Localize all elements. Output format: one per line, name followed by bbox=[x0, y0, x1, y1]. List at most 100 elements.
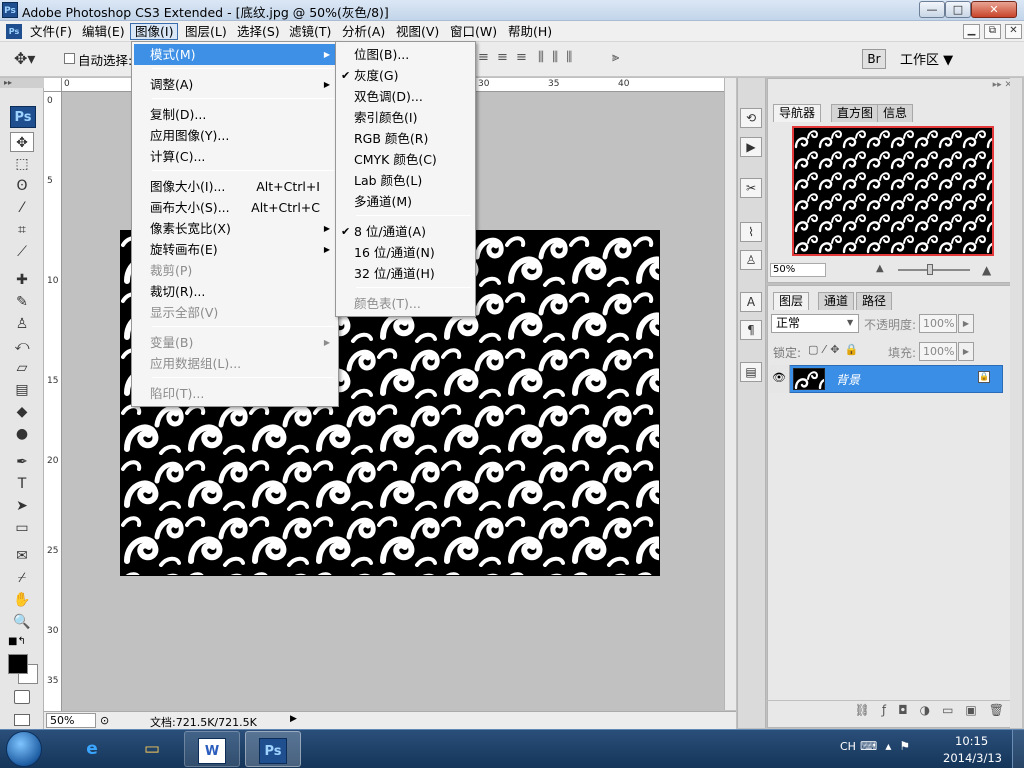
menu-analysis[interactable]: 分析(A) bbox=[338, 23, 389, 40]
clock-date[interactable]: 2014/3/13 bbox=[943, 751, 1002, 765]
brush-icon[interactable]: ✎ bbox=[10, 292, 34, 312]
shape-icon[interactable]: ▭ bbox=[10, 518, 34, 538]
menu-layer[interactable]: 图层(L) bbox=[181, 23, 231, 40]
default-colors-icon[interactable]: ■↰ bbox=[8, 636, 26, 647]
zoom-in-icon[interactable]: ▲ bbox=[982, 263, 991, 277]
menu-edit[interactable]: 编辑(E) bbox=[78, 23, 129, 40]
mode-rgb[interactable]: RGB 颜色(R) bbox=[338, 128, 473, 149]
crop-icon[interactable]: ⌗ bbox=[10, 220, 34, 240]
distribute-h-icons[interactable]: ⫼ ⫼ ⫼ bbox=[538, 50, 574, 65]
tab-info[interactable]: 信息 bbox=[877, 104, 914, 122]
menu-item-canvas-size[interactable]: 画布大小(S)... Alt+Ctrl+C bbox=[134, 197, 336, 218]
tab-paths[interactable]: 路径 bbox=[856, 292, 893, 310]
tray-icons[interactable]: ⌨▴⚑ bbox=[860, 739, 918, 753]
input-language-indicator[interactable]: CH bbox=[840, 740, 856, 753]
auto-select-checkbox[interactable] bbox=[64, 53, 75, 64]
workspace-button[interactable]: 工作区 ▼ bbox=[900, 49, 953, 68]
zoom-field[interactable]: 50% bbox=[46, 713, 96, 728]
doc-restore-button[interactable]: ⧉ bbox=[984, 24, 1001, 39]
tab-layers[interactable]: 图层 bbox=[773, 292, 810, 310]
opacity-field[interactable]: 100% bbox=[919, 314, 957, 333]
maximize-button[interactable]: □ bbox=[945, 1, 971, 18]
navigator-zoom-slider[interactable] bbox=[898, 269, 970, 271]
doc-close-button[interactable]: ✕ bbox=[1005, 24, 1022, 39]
visibility-eye-icon[interactable]: 👁 bbox=[769, 365, 790, 393]
blur-icon[interactable]: ◆ bbox=[10, 402, 34, 422]
menu-file[interactable]: 文件(F) bbox=[26, 23, 76, 40]
paragraph-panel-icon[interactable]: ¶ bbox=[740, 320, 762, 340]
eraser-icon[interactable]: ▱ bbox=[10, 358, 34, 378]
tool-presets-icon[interactable]: ✂ bbox=[740, 178, 762, 198]
layer-comps-icon[interactable]: ▤ bbox=[740, 362, 762, 382]
menu-item-adjustments[interactable]: 调整(A) ▶ bbox=[134, 74, 336, 95]
navigator-slider-knob[interactable] bbox=[927, 264, 933, 275]
path-selection-icon[interactable]: ➤ bbox=[10, 496, 34, 516]
marquee-icon[interactable]: ⬚ bbox=[10, 154, 34, 174]
menu-select[interactable]: 选择(S) bbox=[233, 23, 284, 40]
zoom-out-icon[interactable]: ▲ bbox=[876, 263, 884, 274]
actions-panel-icon[interactable]: ▶ bbox=[740, 137, 762, 157]
internet-explorer-icon[interactable]: e bbox=[64, 731, 120, 767]
clone-stamp-icon[interactable]: ♙ bbox=[10, 314, 34, 334]
file-explorer-icon[interactable]: ▭ bbox=[124, 731, 180, 767]
mode-cmyk[interactable]: CMYK 颜色(C) bbox=[338, 149, 473, 170]
panel-collapse-icon[interactable]: ▸▸ ✕ bbox=[767, 80, 1020, 92]
menu-image[interactable]: 图像(I) bbox=[130, 23, 179, 40]
mode-duotone[interactable]: 双色调(D)... bbox=[338, 86, 473, 107]
character-panel-icon[interactable]: A bbox=[740, 292, 762, 312]
menu-item-mode[interactable]: 模式(M) ▶ bbox=[134, 44, 336, 65]
menu-filter[interactable]: 滤镜(T) bbox=[285, 23, 335, 40]
vertical-scrollbar[interactable] bbox=[724, 78, 736, 710]
photoshop-taskbar-button[interactable]: Ps bbox=[245, 731, 301, 767]
blend-mode-select[interactable]: 正常 bbox=[771, 314, 859, 333]
navigator-zoom-field[interactable]: 50% bbox=[770, 263, 826, 277]
hand-icon[interactable]: ✋ bbox=[10, 590, 34, 610]
menu-window[interactable]: 窗口(W) bbox=[446, 23, 501, 40]
toolbox-grip[interactable]: ▸▸ bbox=[0, 78, 44, 88]
menu-item-rotate-canvas[interactable]: 旋转画布(E) ▶ bbox=[134, 239, 336, 260]
word-taskbar-button[interactable]: W bbox=[184, 731, 240, 767]
lock-options-icons[interactable]: ▢⁄✥🔒 bbox=[808, 343, 863, 356]
photoshop-app-icon[interactable]: Ps bbox=[2, 2, 18, 18]
document-icon[interactable]: Ps bbox=[6, 24, 22, 39]
gradient-icon[interactable]: ▤ bbox=[10, 380, 34, 400]
quick-mask-icon[interactable] bbox=[14, 690, 30, 704]
type-icon[interactable]: T bbox=[10, 474, 34, 494]
zoom-icon[interactable]: 🔍 bbox=[10, 612, 34, 632]
clone-source-icon[interactable]: ♙ bbox=[740, 250, 762, 270]
mode-grayscale[interactable]: ✔ 灰度(G) bbox=[338, 65, 473, 86]
menu-item-trim[interactable]: 裁切(R)... bbox=[134, 281, 336, 302]
dodge-icon[interactable]: ● bbox=[10, 424, 34, 444]
auto-align-icon[interactable]: ⫸ bbox=[612, 50, 621, 65]
bridge-icon[interactable]: Br bbox=[862, 49, 886, 69]
status-info-icon[interactable]: ⊙ bbox=[100, 714, 109, 727]
close-button[interactable]: ✕ bbox=[971, 1, 1017, 18]
move-icon[interactable]: ✥ bbox=[10, 132, 34, 152]
mode-32bit[interactable]: 32 位/通道(H) bbox=[338, 263, 473, 284]
fill-slider-button[interactable]: ▶ bbox=[958, 342, 974, 361]
move-tool-preset-icon[interactable]: ✥▾ bbox=[14, 50, 36, 68]
mode-lab[interactable]: Lab 颜色(L) bbox=[338, 170, 473, 191]
lasso-icon[interactable]: ʘ bbox=[10, 176, 34, 196]
show-desktop-button[interactable] bbox=[1012, 730, 1024, 768]
minimize-button[interactable]: — bbox=[919, 1, 945, 18]
distribute-icons[interactable]: ≡ ≡ ≡ bbox=[478, 50, 529, 65]
menu-item-image-size[interactable]: 图像大小(I)... Alt+Ctrl+I bbox=[134, 176, 336, 197]
mode-multichannel[interactable]: 多通道(M) bbox=[338, 191, 473, 212]
healing-brush-icon[interactable]: ✚ bbox=[10, 270, 34, 290]
mode-bitmap[interactable]: 位图(B)... bbox=[338, 44, 473, 65]
start-button[interactable] bbox=[6, 731, 42, 767]
screen-mode-icon[interactable] bbox=[14, 714, 30, 726]
tab-histogram[interactable]: 直方图 bbox=[831, 104, 880, 122]
layer-name[interactable]: 背景 bbox=[836, 371, 860, 388]
menu-help[interactable]: 帮助(H) bbox=[504, 23, 556, 40]
menu-item-calculations[interactable]: 计算(C)... bbox=[134, 146, 336, 167]
opacity-slider-button[interactable]: ▶ bbox=[958, 314, 974, 333]
history-panel-icon[interactable]: ⟲ bbox=[740, 108, 762, 128]
brushes-panel-icon[interactable]: ⌇ bbox=[740, 222, 762, 242]
history-brush-icon[interactable]: ⤺ bbox=[10, 336, 34, 356]
mode-indexed[interactable]: 索引颜色(I) bbox=[338, 107, 473, 128]
panel-scrollbar[interactable] bbox=[1010, 78, 1022, 728]
slice-icon[interactable]: ⟋ bbox=[10, 242, 34, 262]
doc-minimize-button[interactable]: ▁ bbox=[963, 24, 980, 39]
